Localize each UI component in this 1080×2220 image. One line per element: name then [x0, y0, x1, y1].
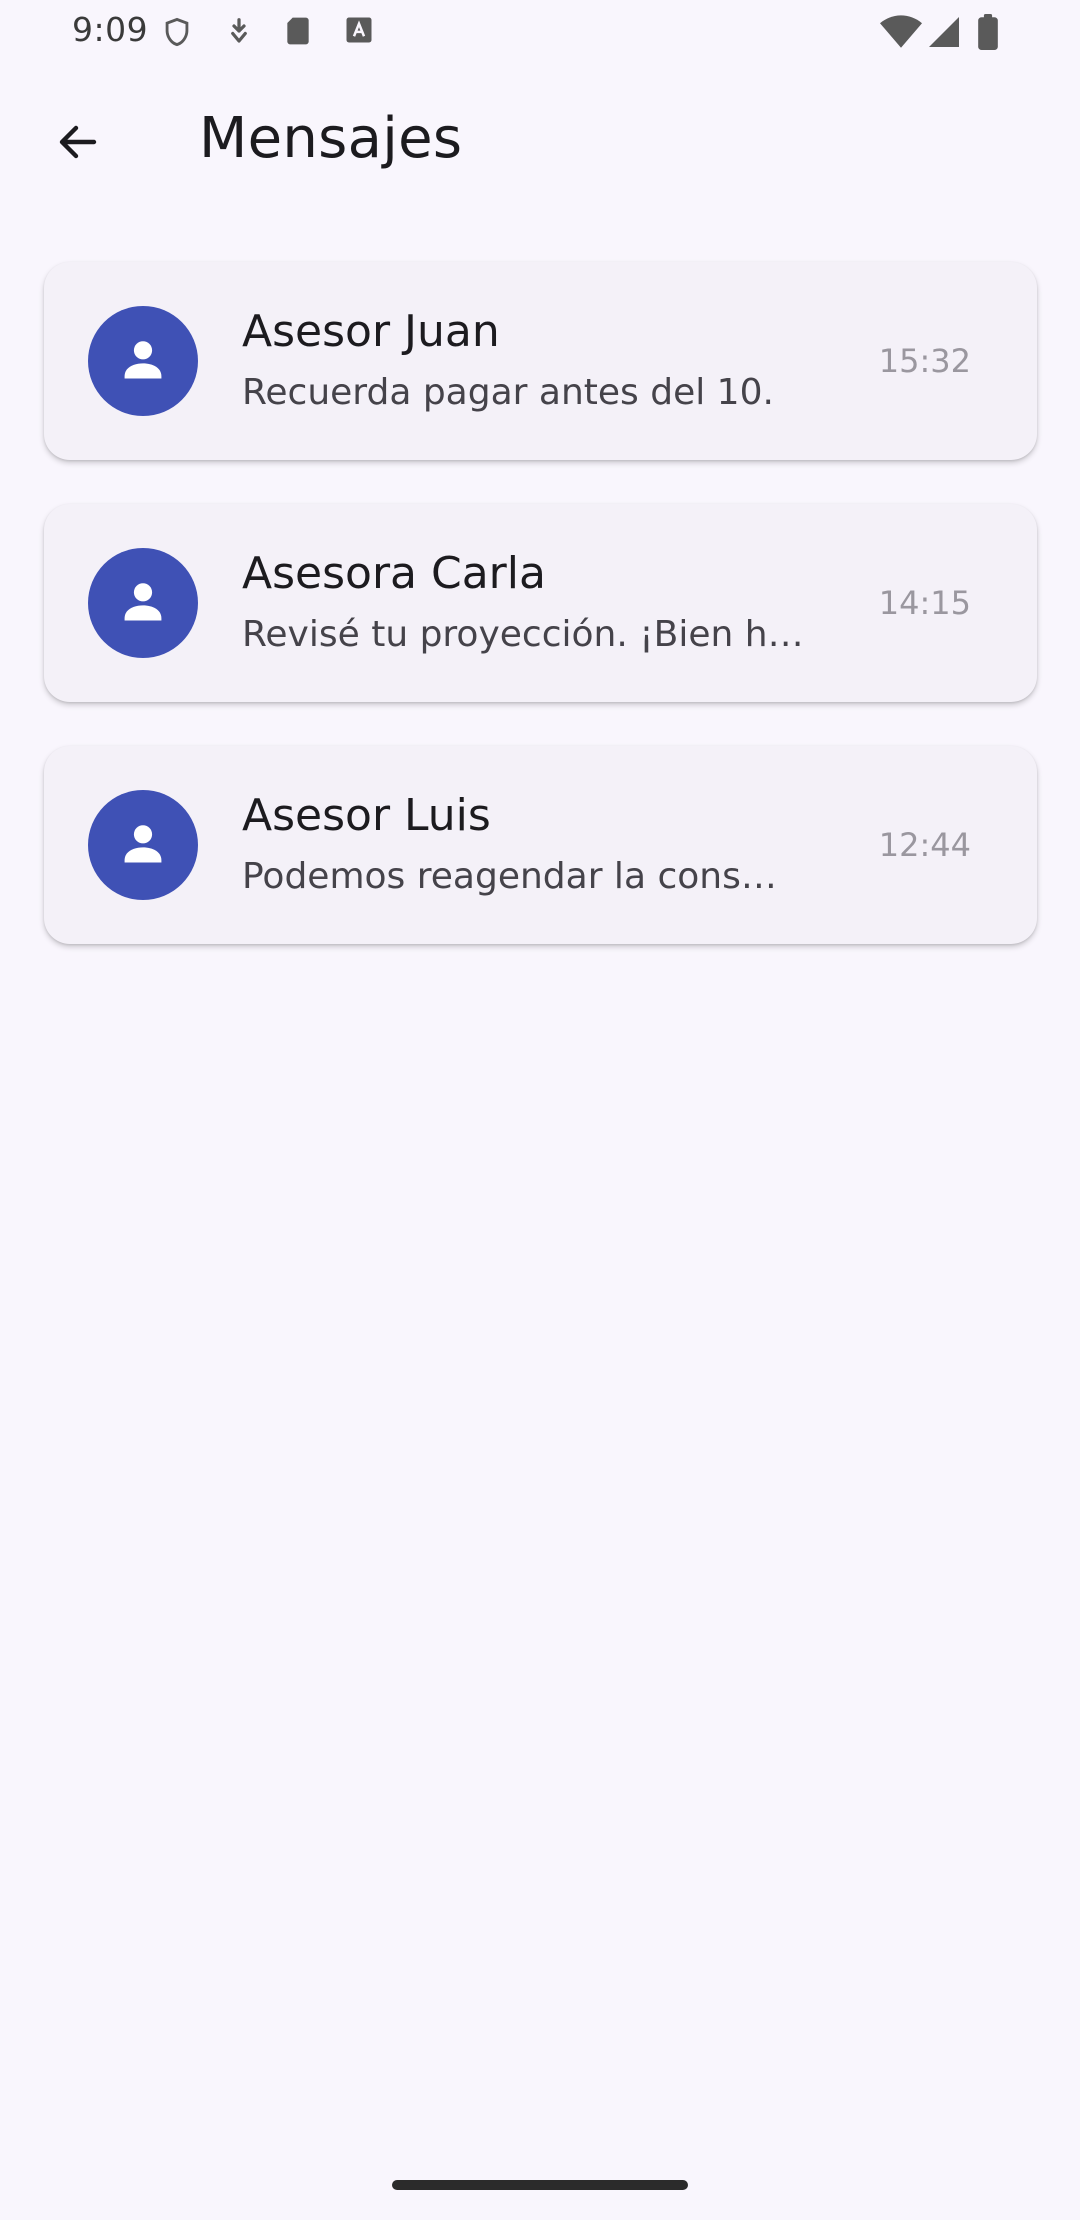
wifi-icon	[880, 14, 922, 50]
contact-name: Asesora Carla	[242, 548, 546, 599]
person-icon	[117, 575, 169, 631]
message-list: Asesor Juan Recuerda pagar antes del 10.…	[44, 262, 1037, 988]
screen: 9:09 Mensajes Asesor Juan Recuerda pagar…	[0, 0, 1080, 2220]
message-preview: Revisé tu proyección. ¡Bien h…	[242, 614, 804, 655]
person-icon	[117, 333, 169, 389]
text-a-icon	[344, 14, 374, 46]
cellular-icon	[926, 14, 962, 50]
message-preview: Podemos reagendar la cons…	[242, 856, 777, 897]
avatar	[88, 790, 198, 900]
battery-icon	[976, 14, 1000, 50]
message-card-juan[interactable]: Asesor Juan Recuerda pagar antes del 10.…	[44, 262, 1037, 460]
page-title: Mensajes	[199, 106, 463, 171]
status-time: 9:09	[72, 10, 149, 49]
message-time: 12:44	[878, 826, 971, 864]
message-card-carla[interactable]: Asesora Carla Revisé tu proyección. ¡Bie…	[44, 504, 1037, 702]
person-icon	[117, 817, 169, 873]
download-icon	[224, 14, 254, 48]
sd-card-icon	[282, 14, 314, 48]
message-time: 14:15	[878, 584, 971, 622]
app-bar: Mensajes	[0, 96, 1080, 192]
message-time: 15:32	[878, 342, 971, 380]
avatar	[88, 548, 198, 658]
message-preview: Recuerda pagar antes del 10.	[242, 372, 774, 413]
back-button[interactable]	[40, 112, 116, 176]
message-card-luis[interactable]: Asesor Luis Podemos reagendar la cons… 1…	[44, 746, 1037, 944]
home-indicator[interactable]	[392, 2180, 688, 2190]
contact-name: Asesor Luis	[242, 790, 491, 841]
avatar	[88, 306, 198, 416]
status-bar: 9:09	[0, 0, 1080, 64]
shield-icon	[160, 14, 194, 50]
contact-name: Asesor Juan	[242, 306, 500, 357]
arrow-back-icon	[54, 118, 102, 170]
